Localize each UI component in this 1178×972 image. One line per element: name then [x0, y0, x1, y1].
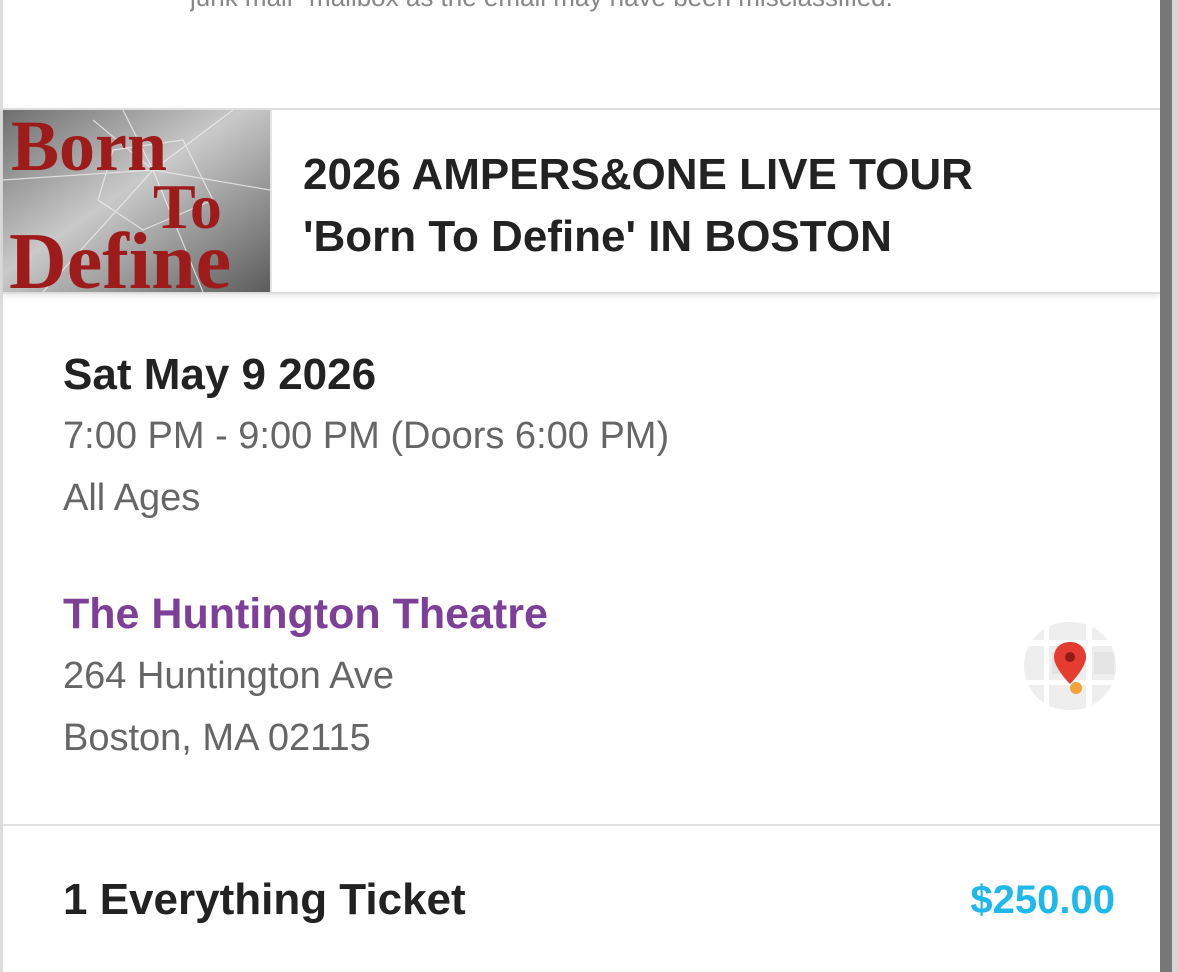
order-confirmation-page: junk mail" mailbox as the email may have… — [0, 0, 1178, 972]
age-restriction: All Ages — [63, 477, 201, 519]
ticket-price: $250.00 — [970, 878, 1115, 922]
junk-mail-notice: junk mail" mailbox as the email may have… — [190, 0, 1090, 12]
window-edge — [1172, 0, 1178, 972]
venue-street: 264 Huntington Ave — [63, 655, 395, 697]
section-divider — [3, 824, 1160, 826]
svg-text:Born: Born — [11, 110, 167, 186]
event-date: Sat May 9 2026 — [63, 350, 377, 399]
event-artwork-graphic: Born To Define — [3, 110, 270, 292]
svg-text:Define: Define — [9, 218, 231, 292]
scrollbar-track[interactable] — [1160, 0, 1172, 972]
venue-link[interactable]: The Huntington Theatre — [63, 584, 548, 644]
event-title-line-2: 'Born To Define' IN BOSTON — [303, 212, 892, 261]
event-artwork: Born To Define — [3, 110, 272, 292]
venue-city: Boston, MA 02115 — [63, 717, 371, 759]
event-title[interactable]: 2026 AMPERS&ONE LIVE TOUR 'Born To Defin… — [303, 144, 1123, 268]
event-schedule: Sat May 9 2026 7:00 PM - 9:00 PM (Doors … — [63, 345, 1063, 529]
venue-address: 264 Huntington Ave Boston, MA 02115 — [63, 645, 394, 769]
event-time: 7:00 PM - 9:00 PM (Doors 6:00 PM) — [63, 415, 670, 457]
ticket-row: 1 Everything Ticket $250.00 — [63, 870, 1115, 930]
map-thumbnail-button[interactable] — [1024, 622, 1116, 710]
map-pin-icon — [1024, 622, 1116, 710]
event-title-line-1: 2026 AMPERS&ONE LIVE TOUR — [303, 150, 973, 199]
ticket-label: 1 Everything Ticket — [63, 875, 466, 924]
event-header: Born To Define 2026 AMPERS&ONE LIVE TOUR… — [3, 108, 1160, 294]
